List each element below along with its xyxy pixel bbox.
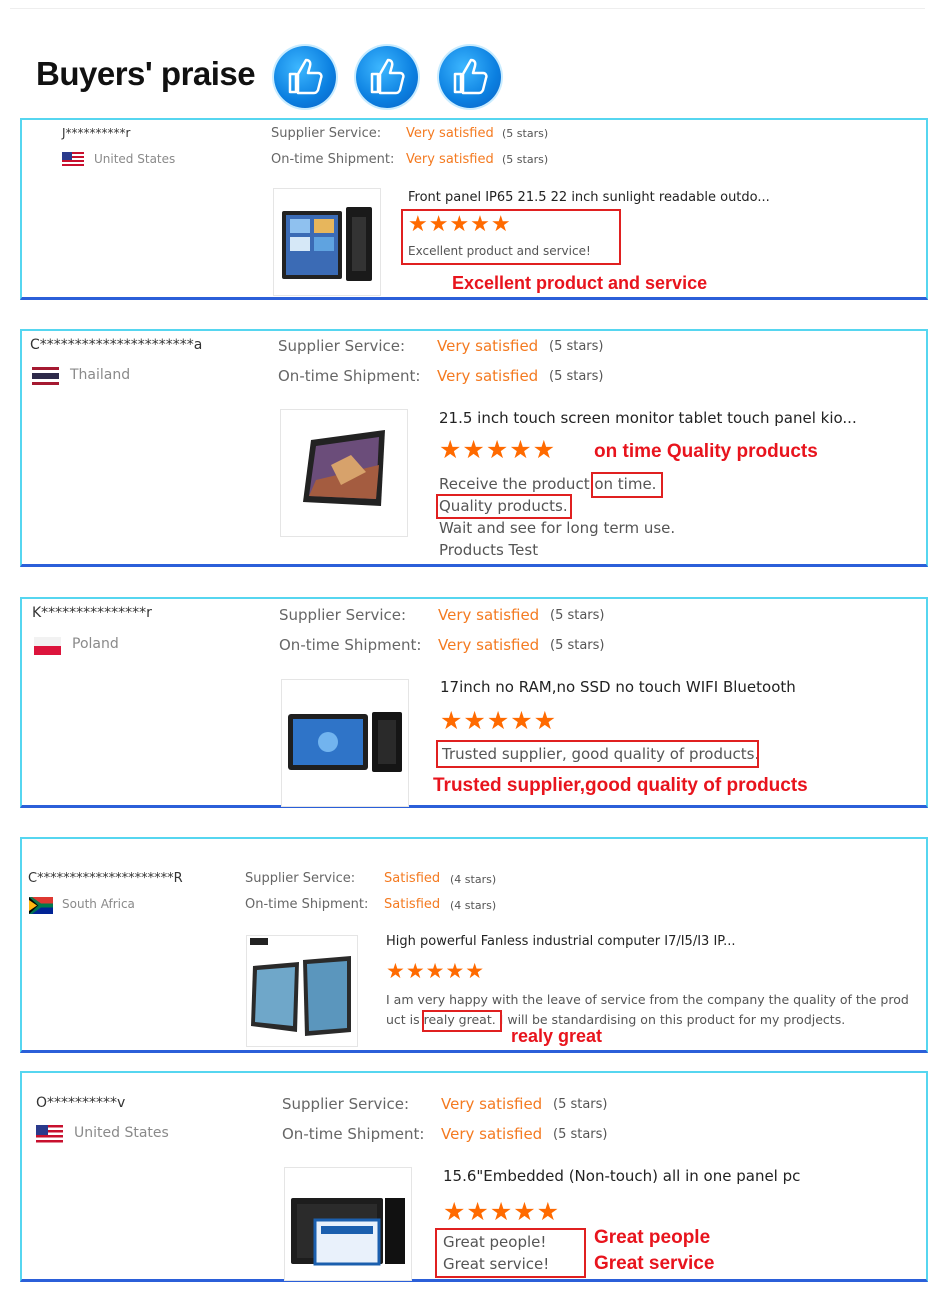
buyer-country: South Africa xyxy=(62,897,135,911)
supplier-service-stars: (5 stars) xyxy=(549,339,604,354)
product-title[interactable]: Front panel IP65 21.5 22 inch sunlight r… xyxy=(408,190,770,205)
page-title: Buyers' praise xyxy=(36,55,256,92)
product-title[interactable]: 21.5 inch touch screen monitor tablet to… xyxy=(439,409,857,427)
supplier-service-label: Supplier Service: xyxy=(278,337,406,355)
rating-stars: ★★★★★ xyxy=(440,706,558,735)
thumbs-up-icon xyxy=(439,46,501,108)
shipment-value: Satisfied xyxy=(384,897,441,912)
review-comment-line: Products Test xyxy=(439,541,539,559)
annotation: Trusted supplier,good quality of product… xyxy=(433,775,808,796)
shipment-label: On-time Shipment: xyxy=(278,367,421,385)
buyer-name: J**********r xyxy=(62,126,131,140)
product-image[interactable] xyxy=(273,188,381,296)
shipment-value: Very satisfied xyxy=(438,636,540,654)
rating-stars: ★★★★★ xyxy=(439,435,557,464)
supplier-service-value: Very satisfied xyxy=(438,606,540,624)
product-image[interactable] xyxy=(284,1167,412,1281)
rating-stars: ★★★★★ xyxy=(386,959,486,983)
shipment-stars: (5 stars) xyxy=(553,1127,608,1142)
shipment-stars: (5 stars) xyxy=(502,153,549,166)
flag-poland-icon xyxy=(34,637,61,655)
product-image[interactable] xyxy=(281,679,409,807)
supplier-service-stars: (4 stars) xyxy=(450,873,497,886)
buyer-name: O**********v xyxy=(36,1095,126,1111)
buyer-country: United States xyxy=(74,1125,169,1141)
review-card: C*********************R South Africa Sup… xyxy=(20,837,928,1053)
supplier-service-stars: (5 stars) xyxy=(502,127,549,140)
product-title[interactable]: High powerful Fanless industrial compute… xyxy=(386,934,736,949)
product-image[interactable] xyxy=(246,935,358,1047)
product-image[interactable] xyxy=(280,409,408,537)
annotation: Excellent product and service xyxy=(452,273,708,293)
review-comment-line: I am very happy with the leave of servic… xyxy=(386,992,909,1007)
annotation: on time Quality products xyxy=(594,441,818,462)
shipment-value: Very satisfied xyxy=(441,1125,543,1143)
thumbs-up-icon xyxy=(274,46,336,108)
highlight-box xyxy=(401,209,621,265)
thumbs-up-icon xyxy=(356,46,418,108)
highlight-box xyxy=(435,1228,586,1278)
buyer-name: C**********************a xyxy=(30,337,203,353)
review-card: K***************r Poland Supplier Servic… xyxy=(20,597,928,808)
review-card: J**********r United States Supplier Serv… xyxy=(20,118,928,300)
review-card: O**********v United States Supplier Serv… xyxy=(20,1071,928,1282)
shipment-value: Very satisfied xyxy=(406,152,494,167)
buyer-country: Poland xyxy=(72,636,119,652)
highlight-box xyxy=(436,740,759,768)
rating-stars: ★★★★★ xyxy=(443,1197,561,1226)
review-comment-line: Wait and see for long term use. xyxy=(439,519,676,537)
product-title[interactable]: 17inch no RAM,no SSD no touch WIFI Bluet… xyxy=(440,678,796,696)
supplier-service-value: Very satisfied xyxy=(406,126,494,141)
shipment-stars: (5 stars) xyxy=(550,638,605,653)
buyer-name: K***************r xyxy=(32,605,152,621)
flag-us-icon xyxy=(62,152,84,167)
buyer-country: United States xyxy=(94,152,176,166)
shipment-label: On-time Shipment: xyxy=(245,897,369,912)
supplier-service-label: Supplier Service: xyxy=(245,871,356,886)
flag-south-africa-icon xyxy=(29,897,53,914)
shipment-label: On-time Shipment: xyxy=(271,152,395,167)
review-card: C**********************a Thailand Suppli… xyxy=(20,329,928,567)
highlight-box xyxy=(422,1010,502,1032)
buyers-praise-page: Buyers' praise J**********r United State… xyxy=(0,0,932,1310)
shipment-stars: (4 stars) xyxy=(450,899,497,912)
supplier-service-label: Supplier Service: xyxy=(271,126,382,141)
supplier-service-value: Very satisfied xyxy=(437,337,539,355)
annotation: realy great xyxy=(511,1026,603,1046)
shipment-value: Very satisfied xyxy=(437,367,539,385)
supplier-service-label: Supplier Service: xyxy=(279,606,407,624)
annotation: Great service xyxy=(594,1253,715,1274)
highlight-box xyxy=(591,472,663,498)
annotation: Great people xyxy=(594,1227,711,1248)
supplier-service-stars: (5 stars) xyxy=(550,608,605,623)
buyer-country: Thailand xyxy=(70,367,131,383)
highlight-box xyxy=(436,494,572,519)
header: Buyers' praise xyxy=(10,8,925,113)
supplier-service-stars: (5 stars) xyxy=(553,1097,608,1112)
product-title[interactable]: 15.6"Embedded (Non-touch) all in one pan… xyxy=(443,1167,800,1185)
supplier-service-value: Satisfied xyxy=(384,871,441,886)
buyer-name: C*********************R xyxy=(28,871,183,886)
shipment-label: On-time Shipment: xyxy=(279,636,422,654)
supplier-service-value: Very satisfied xyxy=(441,1095,543,1113)
shipment-stars: (5 stars) xyxy=(549,369,604,384)
flag-us-icon xyxy=(36,1125,63,1143)
flag-thailand-icon xyxy=(32,367,59,385)
supplier-service-label: Supplier Service: xyxy=(282,1095,410,1113)
shipment-label: On-time Shipment: xyxy=(282,1125,425,1143)
